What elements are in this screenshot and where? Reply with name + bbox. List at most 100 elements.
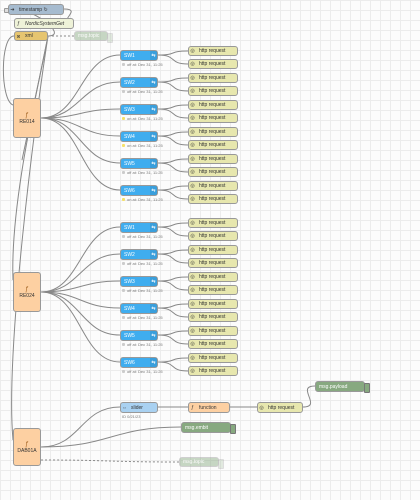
- http-request-label: http request: [199, 287, 226, 293]
- http-request-node[interactable]: ◎ http request: [188, 312, 238, 322]
- globe-icon: ◎: [190, 287, 195, 293]
- room-node-re014[interactable]: ƒ RE014: [13, 98, 41, 138]
- http-request-node[interactable]: ◎ http request: [188, 353, 238, 363]
- http-request-label: http request: [199, 314, 226, 320]
- globe-icon: ◎: [190, 75, 195, 81]
- http-request-node[interactable]: ◎ http request: [188, 285, 238, 295]
- function-icon: ƒ: [191, 404, 194, 411]
- switch-node[interactable]: SW4 ⇆: [120, 131, 158, 142]
- switch-node[interactable]: SW2 ⇆: [120, 249, 158, 260]
- globe-icon: ◎: [190, 183, 195, 189]
- wire: [302, 385, 316, 408]
- wire: [40, 459, 180, 463]
- flow-canvas[interactable]: ➔ timestamp ↻ ƒ NordicSystemGet ⌘ xml ms…: [0, 0, 420, 500]
- switch-status: off at: Dec 31, 11:25: [122, 342, 163, 347]
- http-request-node[interactable]: ◎ http request: [188, 272, 238, 282]
- http-request-node[interactable]: ◎ http request: [188, 258, 238, 268]
- switch-node[interactable]: SW4 ⇆: [120, 303, 158, 314]
- msg-embit-label: msg.embit: [185, 424, 209, 431]
- switch-label: SW5: [124, 332, 135, 339]
- http-request-node[interactable]: ◎ http request: [188, 245, 238, 255]
- switch-node[interactable]: SW5 ⇆: [120, 158, 158, 169]
- slider-icon: ⇔: [122, 404, 127, 411]
- http-request-node[interactable]: ◎ http request: [188, 127, 238, 137]
- room-node-dab01a[interactable]: ƒ DAB01A: [13, 428, 41, 466]
- switch-label: SW4: [124, 305, 135, 312]
- switch-node[interactable]: SW3 ⇆: [120, 104, 158, 115]
- switch-label: SW6: [124, 187, 135, 194]
- switch-label: SW6: [124, 359, 135, 366]
- switch-node[interactable]: SW6 ⇆: [120, 357, 158, 368]
- http-request-node[interactable]: ◎ http request: [188, 113, 238, 123]
- http-request-node[interactable]: ◎ http request: [188, 299, 238, 309]
- switch-status: off at: Dec 31, 11:25: [122, 315, 163, 320]
- inject-button[interactable]: [4, 8, 9, 13]
- http-request-node[interactable]: ◎ http request: [188, 73, 238, 83]
- timestamp-inject-node[interactable]: ➔ timestamp ↻: [4, 4, 64, 15]
- nordic-system-get-node[interactable]: ƒ NordicSystemGet: [14, 18, 74, 29]
- globe-icon: ◎: [190, 156, 195, 162]
- http-request-label: http request: [199, 88, 226, 94]
- globe-icon: ◎: [190, 48, 195, 54]
- switch-label: SW2: [124, 79, 135, 86]
- http-request-node[interactable]: ◎ http request: [188, 140, 238, 150]
- http-request-node[interactable]: ◎ http request: [188, 59, 238, 69]
- xml-node[interactable]: ⌘ xml: [14, 31, 48, 41]
- msg-embit-debug[interactable]: msg.embit: [181, 422, 236, 434]
- debug-toggle-button[interactable]: [107, 33, 113, 43]
- globe-icon: ◎: [190, 142, 195, 148]
- msg-payload-debug[interactable]: msg.payload: [315, 381, 370, 393]
- debug-toggle-button[interactable]: [218, 459, 224, 469]
- status-dot-icon: [122, 316, 125, 319]
- http-request-node[interactable]: ◎ http request: [188, 194, 238, 204]
- switch-node[interactable]: SW5 ⇆: [120, 330, 158, 341]
- globe-icon: ◎: [259, 404, 264, 411]
- switch-node[interactable]: SW6 ⇆: [120, 185, 158, 196]
- switch-label: SW5: [124, 160, 135, 167]
- http-request-node[interactable]: ◎ http request: [188, 86, 238, 96]
- toggle-icon: ⇆: [150, 78, 157, 87]
- status-dot-icon: [122, 289, 125, 292]
- wire: [40, 54, 121, 119]
- switch-label: SW1: [124, 224, 135, 231]
- globe-icon: ◎: [190, 220, 195, 226]
- switch-status: on at: Dec 31, 11:25: [122, 143, 163, 148]
- http-request-label: http request: [199, 301, 226, 307]
- globe-icon: ◎: [190, 88, 195, 94]
- wire: [40, 291, 121, 336]
- globe-icon: ◎: [190, 61, 195, 67]
- http-request-node[interactable]: ◎ http request: [188, 181, 238, 191]
- switch-node[interactable]: SW1 ⇆: [120, 222, 158, 233]
- debug-toggle-button[interactable]: [230, 424, 236, 434]
- switch-status: off at: Dec 31, 11:25: [122, 170, 163, 175]
- http-request-node[interactable]: ◎ http request: [188, 218, 238, 228]
- function-node[interactable]: ƒ function: [188, 402, 230, 413]
- http-request-label: http request: [199, 169, 226, 175]
- msg-topic-debug-top[interactable]: msg.topic: [74, 31, 113, 43]
- http-request-label: http request: [199, 115, 226, 121]
- http-request-node[interactable]: ◎ http request: [188, 46, 238, 56]
- switch-label: SW3: [124, 278, 135, 285]
- http-request-node-bottom[interactable]: ◎ http request: [257, 402, 303, 413]
- wire: [157, 222, 189, 228]
- status-dot-icon: [122, 117, 125, 120]
- slider-node[interactable]: ⇔ slider: [120, 402, 158, 413]
- function-icon: ƒ: [25, 111, 29, 119]
- http-request-label: http request: [199, 75, 226, 81]
- http-request-node[interactable]: ◎ http request: [188, 366, 238, 376]
- http-request-node[interactable]: ◎ http request: [188, 100, 238, 110]
- switch-node[interactable]: SW2 ⇆: [120, 77, 158, 88]
- room-node-re024[interactable]: ƒ RE024: [13, 272, 41, 312]
- http-request-node[interactable]: ◎ http request: [188, 154, 238, 164]
- switch-node[interactable]: SW3 ⇆: [120, 276, 158, 287]
- http-request-label: http request: [199, 102, 226, 108]
- http-request-node[interactable]: ◎ http request: [188, 339, 238, 349]
- switch-node[interactable]: SW1 ⇆: [120, 50, 158, 61]
- http-request-node[interactable]: ◎ http request: [188, 231, 238, 241]
- status-dot-icon: [122, 63, 125, 66]
- debug-toggle-button[interactable]: [364, 383, 370, 393]
- http-request-node[interactable]: ◎ http request: [188, 326, 238, 336]
- http-request-node[interactable]: ◎ http request: [188, 167, 238, 177]
- status-dot-icon: [122, 198, 125, 201]
- msg-topic-debug-bottom[interactable]: msg.topic: [179, 457, 224, 469]
